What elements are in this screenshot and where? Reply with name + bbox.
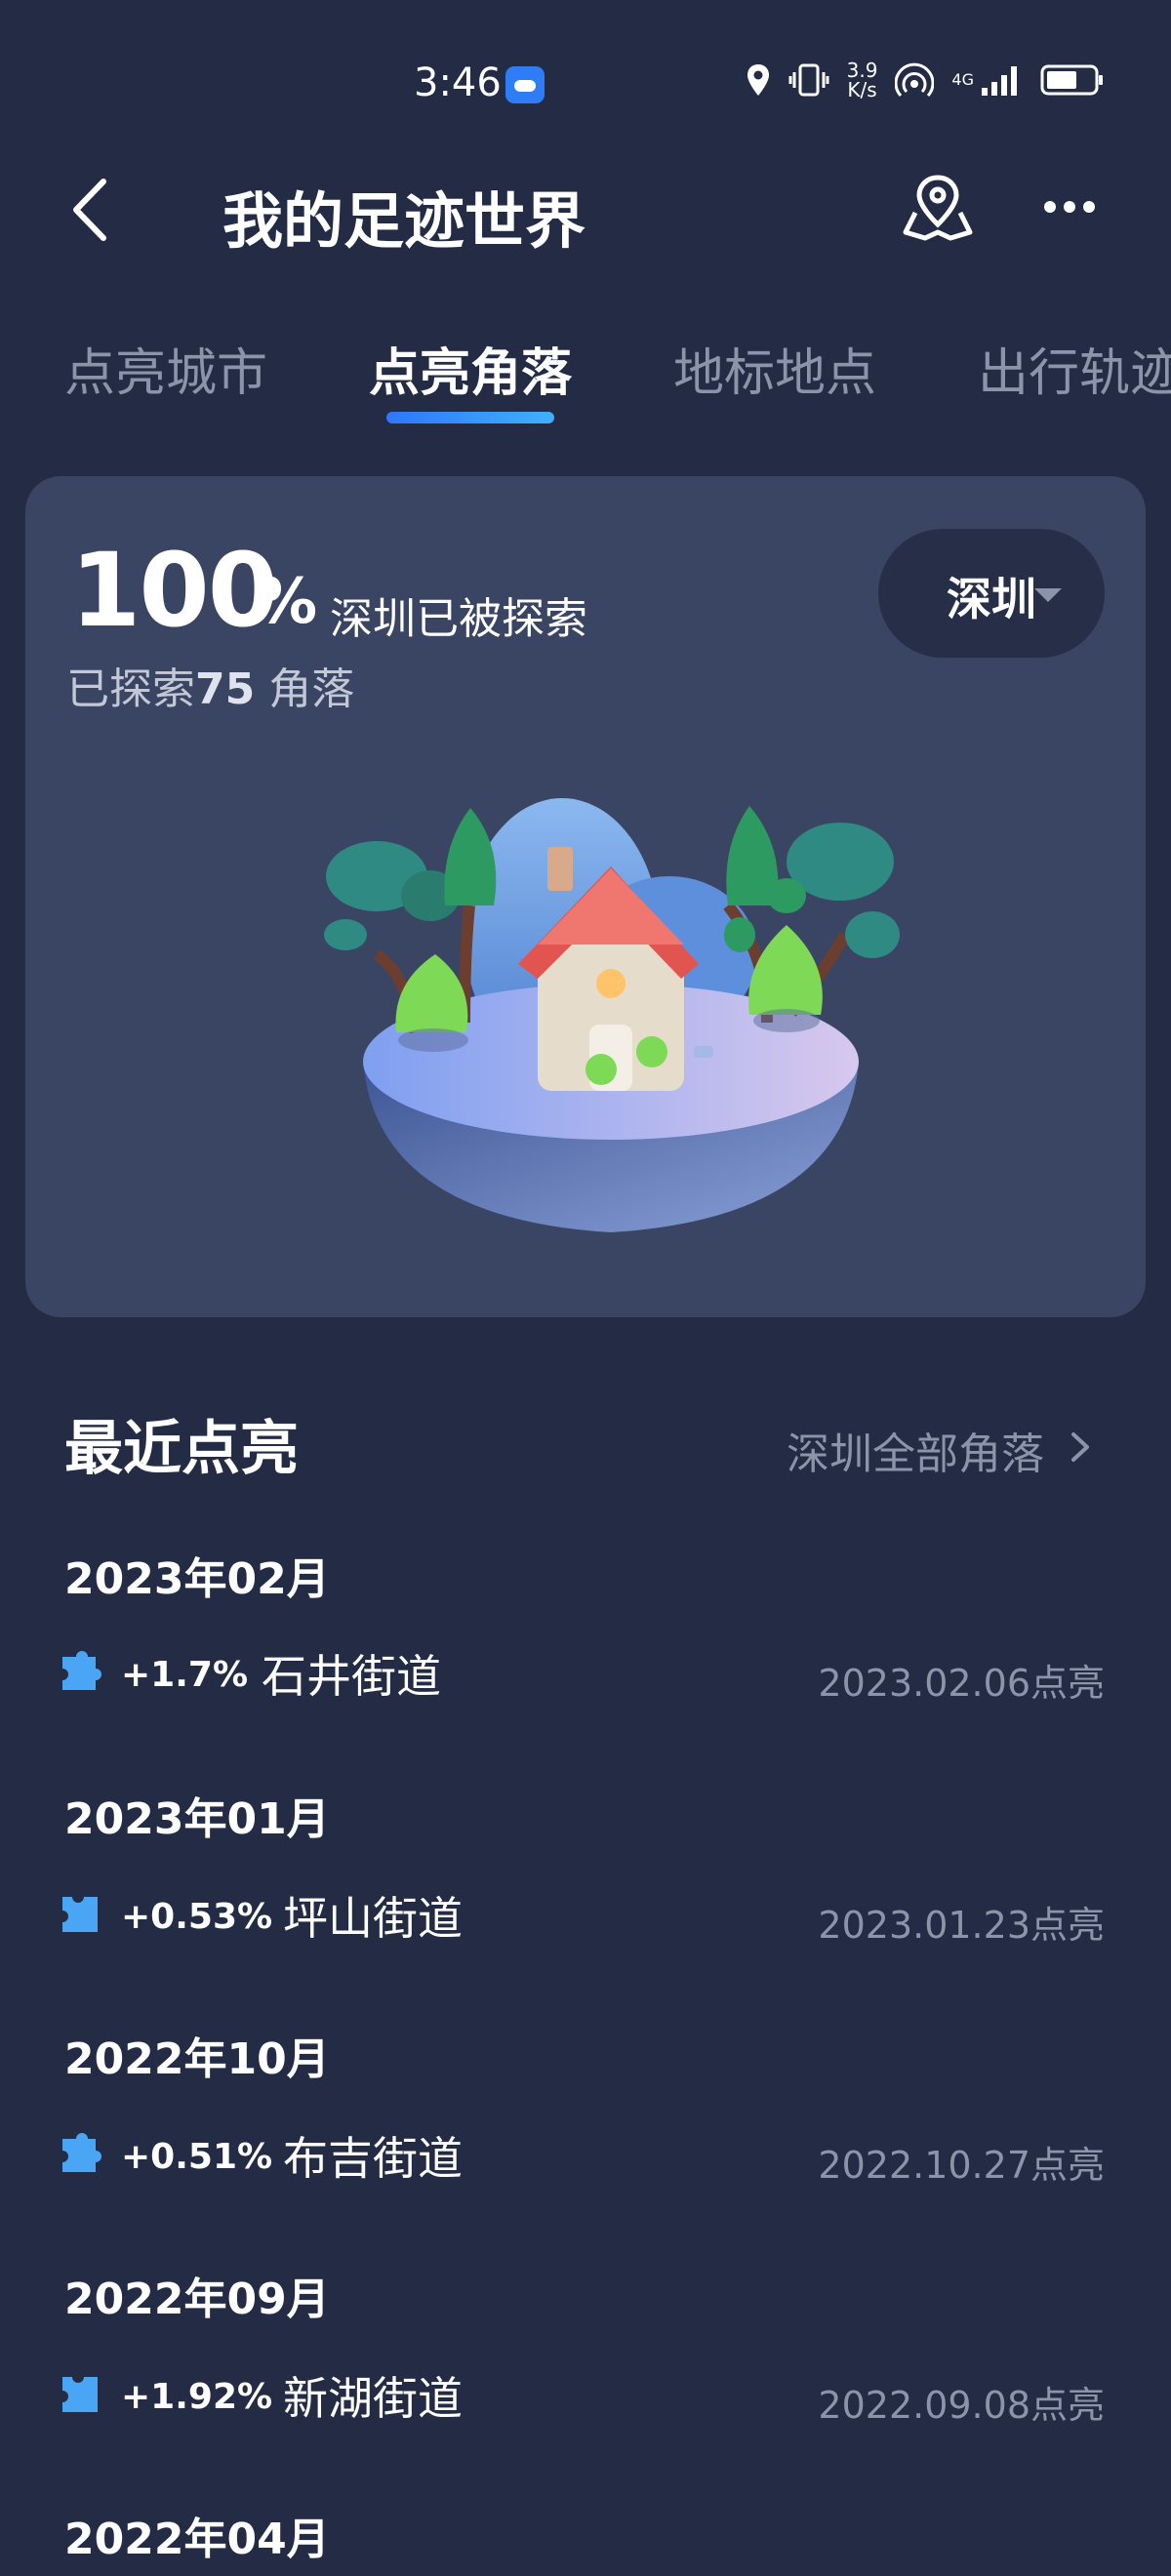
explore-percent: 100 bbox=[70, 531, 278, 650]
speed-value: 3.9 bbox=[846, 59, 878, 82]
island-illustration bbox=[324, 798, 900, 1232]
recent-section-title: 最近点亮 bbox=[64, 1415, 299, 1483]
puzzle-piece-icon bbox=[62, 1651, 101, 1690]
month-header: 2022年04月 bbox=[64, 2515, 330, 2564]
count-prefix: 已探索 bbox=[66, 664, 195, 714]
battery-icon bbox=[1040, 64, 1103, 96]
explored-count: 已探索75 角落 bbox=[66, 654, 354, 716]
status-time: 3:46 bbox=[414, 60, 502, 105]
lit-date: 2023.01.23点亮 bbox=[818, 1904, 1105, 1947]
percent-delta: +0.51% bbox=[121, 2137, 273, 2177]
place-name: 布吉街道 bbox=[283, 2132, 463, 2185]
more-icon[interactable] bbox=[1042, 193, 1097, 221]
percent-delta: +1.92% bbox=[121, 2377, 273, 2417]
all-corners-link[interactable]: 深圳全部角落 bbox=[787, 1419, 1044, 1481]
status-bar: 3:46 3.9 K/s 4G bbox=[0, 0, 1171, 166]
month-header: 2022年10月 bbox=[64, 2034, 330, 2084]
percent-sign: % bbox=[255, 566, 318, 638]
tab-bar: 点亮城市 点亮角落 地标地点 出行轨迹 bbox=[0, 322, 1171, 429]
month-header: 2022年09月 bbox=[64, 2274, 330, 2324]
network-type: 4G bbox=[951, 70, 974, 89]
percent-delta: +0.53% bbox=[121, 1897, 273, 1937]
month-header: 2023年01月 bbox=[64, 1794, 330, 1844]
chevron-down-icon bbox=[1034, 588, 1062, 602]
tab-lit-cities[interactable]: 点亮城市 bbox=[64, 332, 267, 405]
tab-trips[interactable]: 出行轨迹 bbox=[978, 332, 1171, 405]
puzzle-piece-icon bbox=[62, 2377, 98, 2412]
city-label: 深圳 bbox=[947, 573, 1036, 625]
puzzle-piece-icon bbox=[62, 2133, 101, 2172]
vibrate-icon bbox=[788, 63, 829, 97]
lit-date: 2023.02.06点亮 bbox=[818, 1662, 1105, 1705]
lit-date: 2022.09.08点亮 bbox=[818, 2384, 1105, 2427]
percent-delta: +1.7% bbox=[121, 1655, 249, 1695]
network-speed: 3.9 K/s bbox=[847, 60, 878, 100]
place-name: 石井街道 bbox=[262, 1650, 441, 1703]
status-icons: 3.9 K/s 4G bbox=[746, 60, 1105, 100]
count-suffix: 角落 bbox=[268, 664, 355, 714]
chevron-right-icon[interactable] bbox=[1070, 1430, 1091, 1464]
weather-icon bbox=[505, 66, 545, 103]
page-title: 我的足迹世界 bbox=[222, 185, 586, 257]
explored-label: 深圳已被探索 bbox=[330, 594, 587, 644]
puzzle-piece-icon bbox=[62, 1897, 98, 1932]
place-name: 坪山街道 bbox=[283, 1892, 463, 1945]
speed-unit: K/s bbox=[847, 78, 877, 101]
signal-icon bbox=[982, 66, 1017, 96]
place-name: 新湖街道 bbox=[283, 2372, 463, 2425]
tab-lit-corners[interactable]: 点亮角落 bbox=[369, 332, 572, 405]
tab-active-indicator bbox=[386, 412, 554, 423]
city-selector[interactable]: 深圳 bbox=[878, 529, 1105, 658]
location-icon bbox=[747, 64, 769, 96]
count-value: 75 bbox=[195, 664, 256, 714]
map-pin-icon[interactable] bbox=[902, 174, 974, 242]
hotspot-icon bbox=[895, 62, 935, 98]
month-header: 2023年02月 bbox=[64, 1554, 330, 1604]
back-arrow-icon[interactable] bbox=[70, 176, 109, 244]
tab-landmarks[interactable]: 地标地点 bbox=[673, 332, 876, 405]
lit-date: 2022.10.27点亮 bbox=[818, 2144, 1105, 2187]
explore-card: 100 % 深圳已被探索 已探索75 角落 深圳 bbox=[25, 476, 1146, 1317]
